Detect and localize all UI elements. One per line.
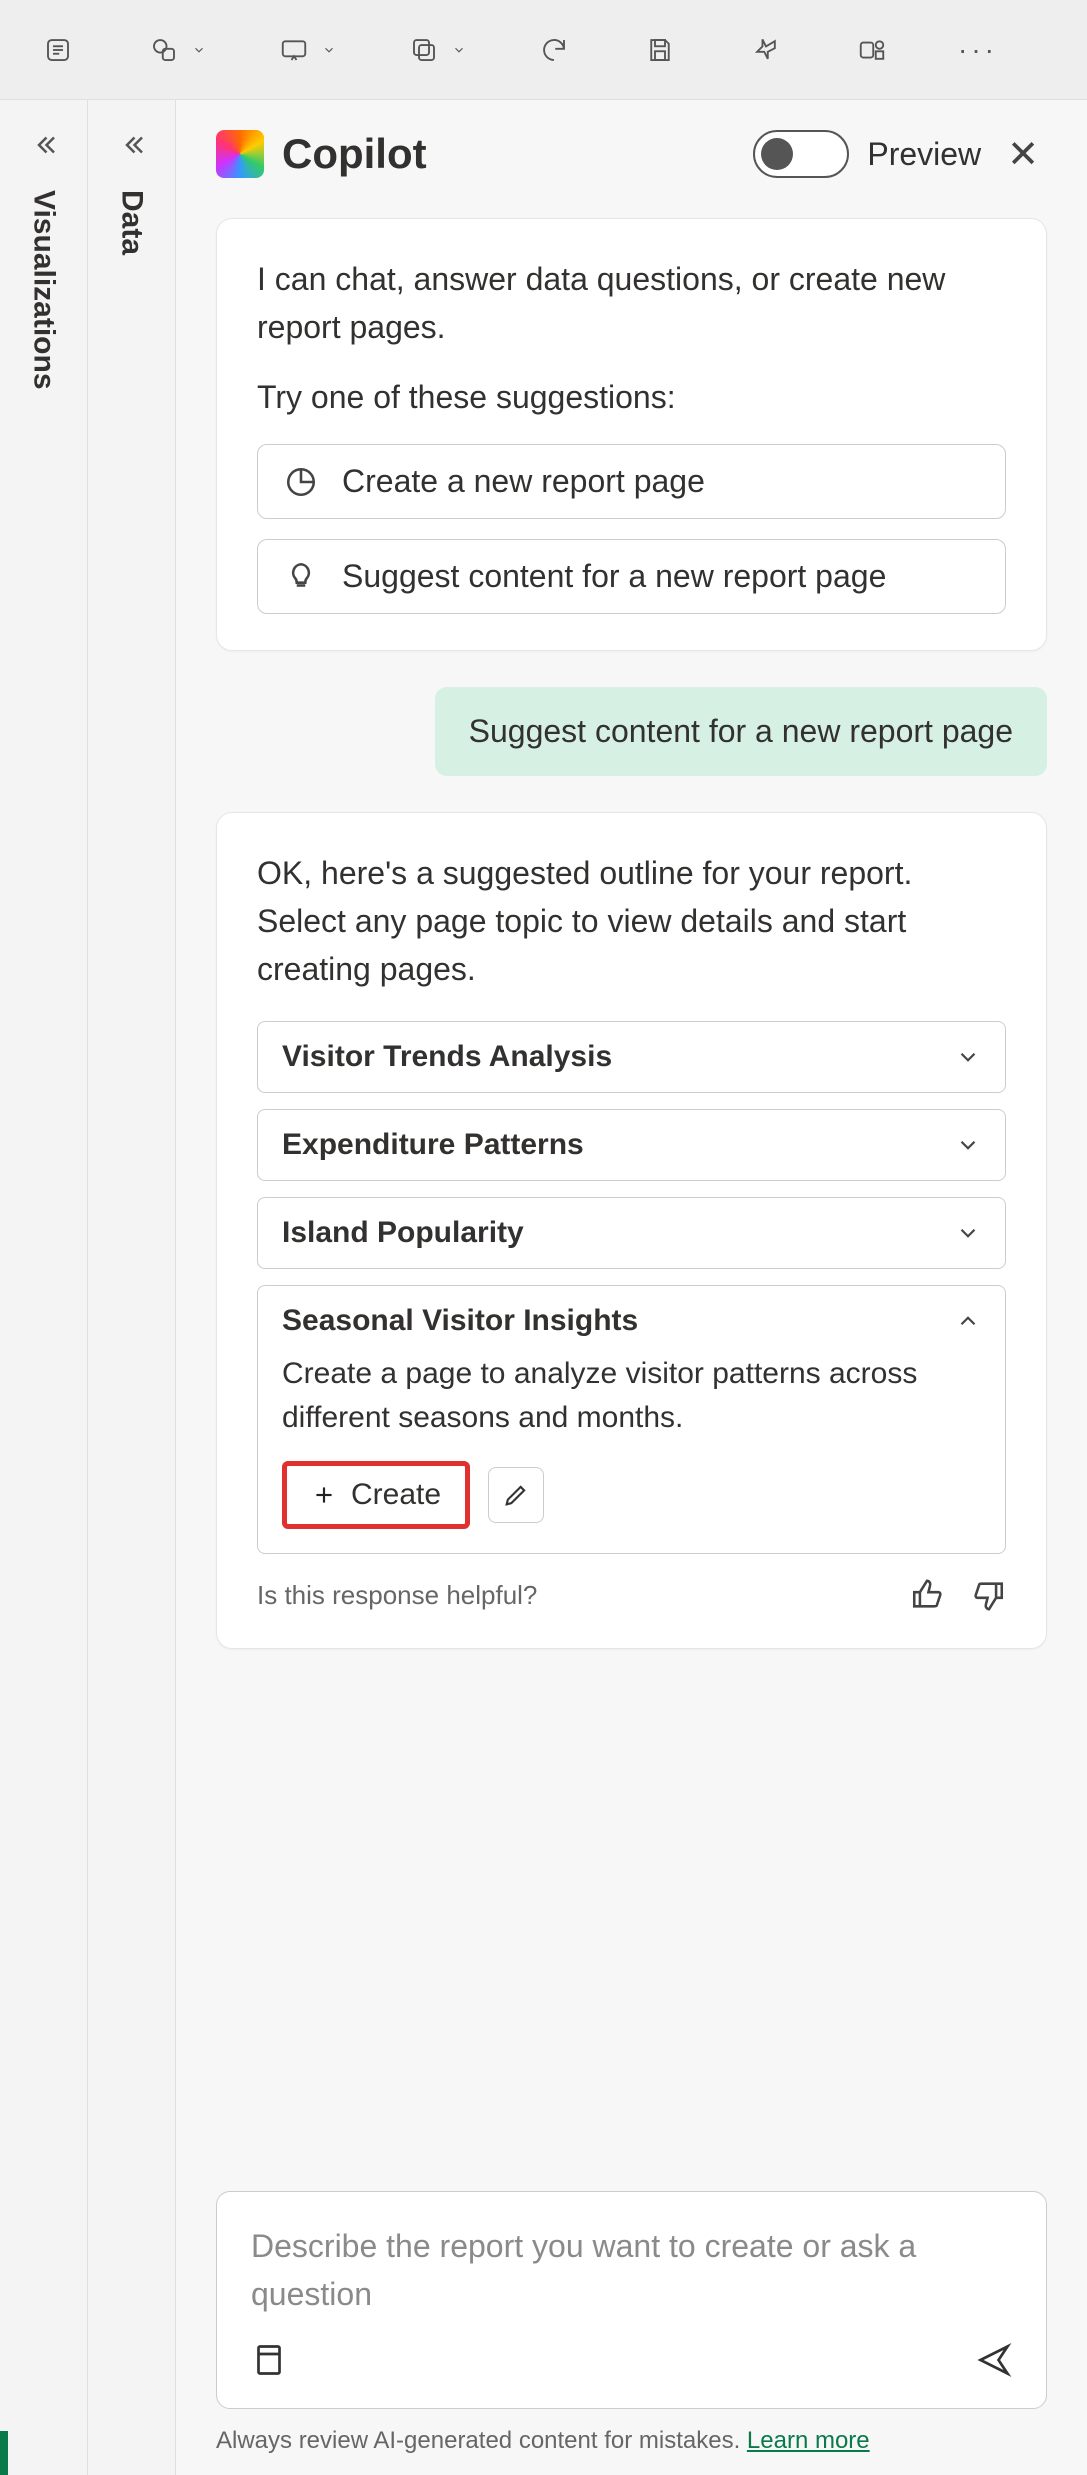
- notebook-icon[interactable]: [251, 2342, 287, 2378]
- outline-text: OK, here's a suggested outline for your …: [257, 849, 1006, 993]
- thumbs-up-icon[interactable]: [910, 1578, 944, 1612]
- close-icon[interactable]: ✕: [999, 132, 1047, 177]
- copilot-logo-icon: [216, 130, 264, 178]
- intro-text: I can chat, answer data questions, or cr…: [257, 255, 1006, 351]
- collapse-icon[interactable]: [117, 130, 147, 160]
- try-text: Try one of these suggestions:: [257, 379, 1006, 416]
- feedback-text: Is this response helpful?: [257, 1580, 537, 1611]
- topic-seasonal-insights: Seasonal Visitor Insights Create a page …: [257, 1285, 1006, 1554]
- chevron-down-icon: [955, 1044, 981, 1070]
- pin-icon[interactable]: [748, 32, 784, 68]
- preview-toggle[interactable]: [753, 130, 849, 178]
- chevron-down-icon[interactable]: [322, 43, 336, 57]
- top-toolbar: ···: [0, 0, 1087, 100]
- more-icon[interactable]: ···: [960, 32, 996, 68]
- data-label[interactable]: Data: [115, 190, 149, 255]
- shape-icon[interactable]: [146, 32, 182, 68]
- data-rail: Data: [88, 100, 176, 2475]
- teams-icon[interactable]: [854, 32, 890, 68]
- collapse-icon[interactable]: [29, 130, 59, 160]
- chevron-down-icon: [955, 1220, 981, 1246]
- copilot-title: Copilot: [282, 130, 735, 178]
- chat-input[interactable]: Describe the report you want to create o…: [216, 2191, 1047, 2409]
- topic-header[interactable]: Seasonal Visitor Insights: [282, 1304, 981, 1338]
- thumbs-down-icon[interactable]: [972, 1578, 1006, 1612]
- pie-chart-icon: [284, 465, 318, 499]
- create-button[interactable]: Create: [282, 1461, 470, 1529]
- copy-icon[interactable]: [406, 32, 442, 68]
- suggestion-label: Suggest content for a new report page: [342, 558, 886, 595]
- topic-label: Expenditure Patterns: [282, 1128, 584, 1162]
- topic-label: Visitor Trends Analysis: [282, 1040, 612, 1074]
- visualizations-label[interactable]: Visualizations: [27, 190, 61, 390]
- chevron-down-icon[interactable]: [452, 43, 466, 57]
- present-icon[interactable]: [276, 32, 312, 68]
- save-icon[interactable]: [642, 32, 678, 68]
- copilot-pane: Copilot Preview ✕ I can chat, answer dat…: [176, 100, 1087, 2475]
- preview-label: Preview: [867, 136, 981, 173]
- refresh-icon[interactable]: [536, 32, 572, 68]
- suggestion-suggest-content[interactable]: Suggest content for a new report page: [257, 539, 1006, 614]
- pencil-icon: [502, 1481, 530, 1509]
- feedback-row: Is this response helpful?: [257, 1578, 1006, 1612]
- topic-expenditure[interactable]: Expenditure Patterns: [257, 1109, 1006, 1181]
- visualizations-rail: Visualizations: [0, 100, 88, 2475]
- disclaimer-text: Always review AI-generated content for m…: [216, 2427, 747, 2454]
- copilot-header: Copilot Preview ✕: [216, 130, 1047, 178]
- edit-button[interactable]: [488, 1467, 544, 1523]
- topic-description: Create a page to analyze visitor pattern…: [282, 1352, 981, 1439]
- plus-icon: [311, 1482, 337, 1508]
- chevron-down-icon: [955, 1132, 981, 1158]
- send-icon[interactable]: [976, 2342, 1012, 2378]
- chat-placeholder: Describe the report you want to create o…: [251, 2222, 1012, 2322]
- topic-island-popularity[interactable]: Island Popularity: [257, 1197, 1006, 1269]
- chevron-up-icon: [955, 1308, 981, 1334]
- chevron-down-icon[interactable]: [192, 43, 206, 57]
- suggestion-label: Create a new report page: [342, 463, 705, 500]
- topic-visitor-trends[interactable]: Visitor Trends Analysis: [257, 1021, 1006, 1093]
- lightbulb-icon: [284, 560, 318, 594]
- create-label: Create: [351, 1478, 441, 1512]
- suggestion-create-page[interactable]: Create a new report page: [257, 444, 1006, 519]
- outline-card: OK, here's a suggested outline for your …: [216, 812, 1047, 1649]
- learn-more-link[interactable]: Learn more: [747, 2427, 870, 2454]
- topic-label: Seasonal Visitor Insights: [282, 1304, 638, 1338]
- user-message: Suggest content for a new report page: [435, 687, 1047, 776]
- topic-label: Island Popularity: [282, 1216, 524, 1250]
- accent-bar: [0, 2431, 8, 2475]
- disclaimer: Always review AI-generated content for m…: [216, 2427, 1047, 2455]
- intro-card: I can chat, answer data questions, or cr…: [216, 218, 1047, 651]
- outline-icon[interactable]: [40, 32, 76, 68]
